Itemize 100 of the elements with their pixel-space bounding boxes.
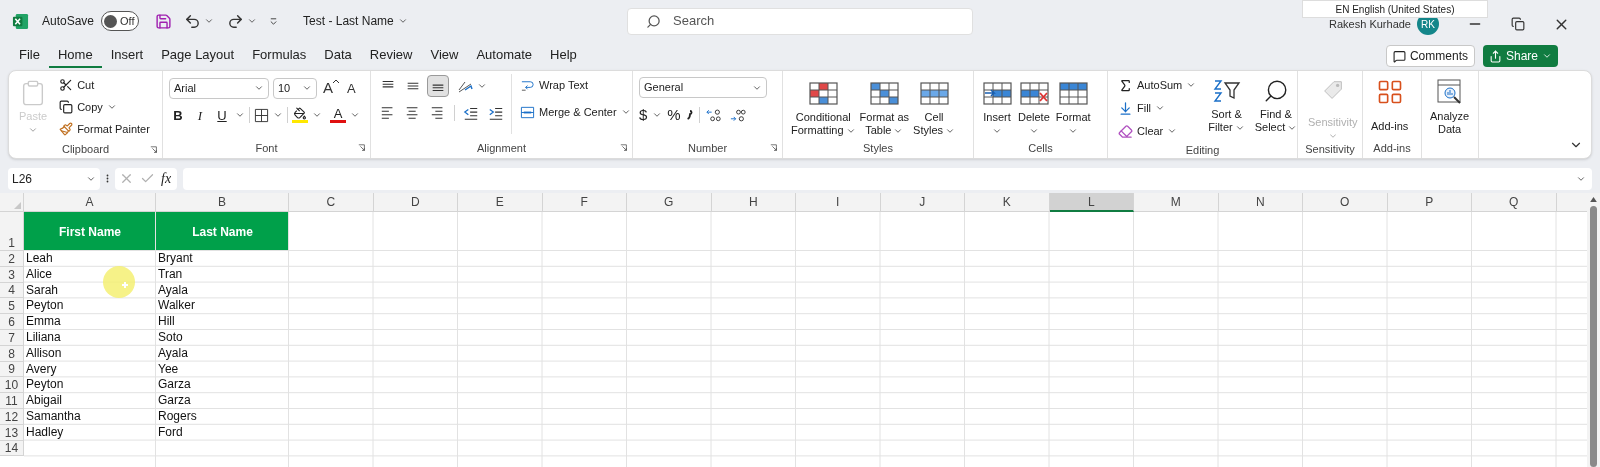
caret-icon (397, 16, 408, 26)
menu-tab[interactable]: Home (48, 44, 102, 68)
italic-button[interactable]: I (191, 105, 209, 125)
bold-button[interactable]: B (169, 105, 187, 125)
column-header[interactable]: G (627, 193, 712, 212)
grow-font-button[interactable]: A (321, 77, 341, 100)
font-size-field[interactable]: 10 (273, 77, 317, 99)
font-name-field[interactable]: Arial (169, 77, 269, 99)
caret-icon (247, 16, 258, 26)
menu-tab[interactable]: Automate (467, 44, 542, 68)
column-header[interactable]: I (796, 193, 881, 212)
save-icon[interactable] (155, 12, 173, 30)
column-header[interactable]: F (542, 193, 627, 212)
cell-styles-button[interactable]: Cell Styles (911, 77, 958, 137)
group-label: Sensitivity (1305, 142, 1355, 157)
column-header[interactable]: M (1134, 193, 1219, 212)
fill-button[interactable]: Fill (1114, 97, 1201, 119)
font-color-button[interactable]: A (330, 107, 346, 124)
menu-tab[interactable]: Page Layout (152, 44, 244, 68)
redo-icon[interactable] (227, 12, 245, 30)
column-header[interactable]: J (880, 193, 965, 212)
format-button[interactable]: Format (1053, 77, 1093, 136)
menu-tab[interactable]: File (10, 44, 49, 68)
format-painter-button[interactable]: Format Painter (55, 118, 154, 140)
autosum-button[interactable]: AutoSum (1114, 74, 1201, 96)
share-button[interactable]: Share (1482, 45, 1558, 67)
table-grid-icon (869, 81, 900, 107)
merge-center-button[interactable]: Merge & Center (516, 101, 635, 123)
underline-button[interactable]: U (213, 105, 231, 125)
formula-input[interactable] (183, 167, 1592, 190)
column-header[interactable]: N (1218, 193, 1303, 212)
increase-decimal-icon[interactable] (704, 107, 724, 124)
column-header[interactable]: Q (1472, 193, 1557, 212)
caret-icon (1167, 126, 1178, 136)
customize-toolbar-icon[interactable] (269, 16, 279, 26)
number-format-field[interactable]: General (639, 77, 767, 98)
column-header[interactable]: L (1049, 193, 1134, 212)
add-ins-button[interactable]: Add-ins (1369, 74, 1411, 133)
menu-tab[interactable]: Help (541, 44, 586, 68)
menu-tab[interactable]: View (421, 44, 468, 68)
dialog-launcher-icon[interactable] (150, 146, 158, 154)
comments-button[interactable]: Comments (1385, 45, 1475, 67)
row-header[interactable]: 10 (0, 377, 24, 394)
conditional-formatting-button[interactable]: Conditional Formatting (789, 77, 858, 137)
delete-button[interactable]: Delete (1016, 77, 1052, 136)
restore-icon[interactable] (1511, 17, 1525, 31)
row-header[interactable]: 1 (0, 212, 24, 251)
dialog-launcher-icon[interactable] (358, 144, 366, 152)
column-header[interactable]: K (965, 193, 1050, 212)
decrease-decimal-icon[interactable] (728, 107, 748, 124)
vertical-scrollbar[interactable] (1587, 193, 1600, 467)
shrink-font-button[interactable]: A (345, 78, 358, 98)
undo-icon[interactable] (184, 12, 202, 30)
more-options-icon[interactable] (106, 173, 109, 184)
format-as-table-button[interactable]: Format as Table (857, 77, 912, 137)
percent-button[interactable]: % (667, 104, 681, 127)
dialog-launcher-icon[interactable] (620, 144, 628, 152)
table-cell-text: Avery (25, 361, 58, 378)
row-header[interactable]: 5 (0, 298, 24, 315)
table-cell-text: Soto (157, 330, 184, 346)
table-cell-text: Samantha (25, 408, 82, 425)
column-header[interactable]: P (1387, 193, 1472, 212)
menu-tab[interactable]: Review (360, 44, 422, 68)
insert-function-button[interactable]: fx (161, 168, 174, 189)
vertical-align-button[interactable] (427, 75, 449, 97)
cut-button[interactable]: Cut (55, 74, 154, 96)
column-header[interactable]: O (1303, 193, 1388, 212)
caret-icon (992, 126, 1002, 136)
document-title[interactable]: Test - Last Name (303, 12, 408, 30)
name-box[interactable]: L26 (8, 167, 100, 190)
menu-tab[interactable]: Formulas (243, 44, 316, 68)
column-header[interactable]: E (458, 193, 543, 212)
menu-tab[interactable]: Data (315, 44, 361, 68)
column-header[interactable]: D (373, 193, 458, 212)
row-header[interactable]: 11 (0, 393, 24, 409)
share-icon (1488, 49, 1502, 63)
borders-icon[interactable] (254, 107, 269, 123)
row-header[interactable]: 6 (0, 314, 24, 330)
row-header[interactable]: 2 (0, 251, 24, 267)
sort-filter-button[interactable]: Sort & Filter (1206, 74, 1247, 142)
caret-icon (1028, 126, 1039, 136)
currency-button[interactable]: $ (639, 104, 648, 127)
find-select-button[interactable]: Find & Select (1252, 74, 1300, 142)
column-header[interactable]: C (289, 193, 374, 212)
cursor-highlight (102, 265, 136, 299)
insert-button[interactable]: Insert (980, 77, 1014, 136)
autosave-toggle[interactable]: Off (101, 11, 140, 31)
column-header[interactable]: H (711, 193, 796, 212)
table-cell-text: Emma (25, 314, 62, 330)
scroll-up-icon[interactable] (1590, 197, 1597, 202)
table-cell-text: Hill (157, 314, 176, 330)
table-cell-text: Abigail (25, 393, 64, 409)
analyze-data-button[interactable]: Analyze Data (1428, 74, 1472, 136)
dialog-launcher-icon[interactable] (770, 144, 778, 152)
search-field[interactable]: Search (627, 7, 973, 35)
copy-button[interactable]: Copy (55, 96, 154, 118)
clear-button[interactable]: Clear (1114, 120, 1201, 142)
paint-bucket-icon[interactable] (293, 107, 307, 121)
wrap-text-button[interactable]: Wrap Text (516, 74, 635, 96)
menu-tab[interactable]: Insert (101, 44, 153, 68)
